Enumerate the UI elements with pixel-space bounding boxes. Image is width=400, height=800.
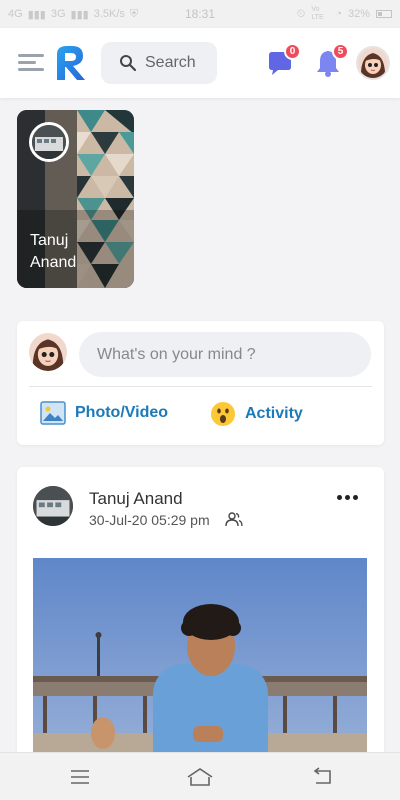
story-avatar <box>29 122 69 162</box>
volte-label: Vo LTE <box>311 6 324 21</box>
activity-label: Activity <box>245 405 303 422</box>
shield-icon: ⛨ <box>129 7 139 20</box>
messages-button[interactable]: 0 <box>263 43 301 81</box>
signal-icon: ▮▮▮ <box>27 8 46 21</box>
notifications-badge: 5 <box>332 43 349 60</box>
status-time: 18:31 <box>184 7 216 21</box>
cartoon-girl-avatar-icon <box>29 333 67 371</box>
status-bar: 4G ▮▮▮ 3G ▮▮▮ 3.5K/s ⛨ 18:31 ⏲ Vo LTE ◔ … <box>0 0 400 28</box>
cartoon-girl-avatar-icon <box>358 48 388 78</box>
post-timestamp: 30-Jul-20 05:29 pm <box>89 512 210 528</box>
post-media-image[interactable] <box>33 558 367 767</box>
search-input[interactable] <box>145 54 215 72</box>
whats-on-your-mind-input[interactable]: What's on your mind ? <box>79 332 371 377</box>
notifications-button[interactable]: 5 <box>311 43 349 81</box>
post-author-name[interactable]: Tanuj Anand <box>89 489 183 509</box>
photo-icon <box>40 401 66 425</box>
home-nav-icon[interactable] <box>186 767 214 787</box>
alarm-icon: ⏲ <box>296 7 306 20</box>
post-composer: What's on your mind ? Photo/Video Activi… <box>17 321 384 445</box>
back-nav-icon[interactable] <box>310 767 334 787</box>
menu-nav-icon[interactable] <box>68 767 92 787</box>
battery-icon <box>376 10 392 18</box>
hamburger-menu-icon[interactable] <box>18 54 44 74</box>
story-name: Tanuj Anand <box>30 232 77 271</box>
more-options-icon[interactable] <box>335 491 359 503</box>
battery-level: 32% <box>347 8 370 20</box>
r-logo-icon[interactable] <box>52 42 88 82</box>
photo-video-label: Photo/Video <box>75 404 169 421</box>
friends-audience-icon <box>225 512 243 527</box>
story-card[interactable]: Tanuj Anand <box>17 110 134 288</box>
network-4g: 4G <box>8 8 23 20</box>
building-photo-icon <box>33 486 73 526</box>
profile-avatar[interactable] <box>356 46 390 80</box>
photo-video-button[interactable]: Photo/Video <box>40 401 168 425</box>
wifi-icon: ◔ <box>335 8 342 20</box>
top-header: 0 5 <box>0 28 400 98</box>
messages-badge: 0 <box>284 43 301 60</box>
system-navigation-bar <box>0 752 400 800</box>
composer-avatar <box>29 333 67 371</box>
status-left: 4G ▮▮▮ 3G ▮▮▮ 3.5K/s ⛨ <box>8 8 138 21</box>
building-photo-icon <box>32 125 66 159</box>
post-card: Tanuj Anand 30-Jul-20 05:29 pm <box>17 467 384 767</box>
network-speed: 3.5K/s <box>93 8 125 20</box>
signal-icon-2: ▮▮▮ <box>70 8 89 21</box>
composer-divider <box>29 386 372 387</box>
activity-button[interactable]: Activity <box>210 401 303 427</box>
search-icon <box>120 55 137 72</box>
post-author-avatar[interactable] <box>33 486 73 526</box>
network-3g: 3G <box>50 8 66 20</box>
surprised-emoji-icon <box>211 402 235 426</box>
search-box[interactable] <box>101 42 217 84</box>
status-right: ⏲ Vo LTE ◔ 32% <box>297 6 392 22</box>
